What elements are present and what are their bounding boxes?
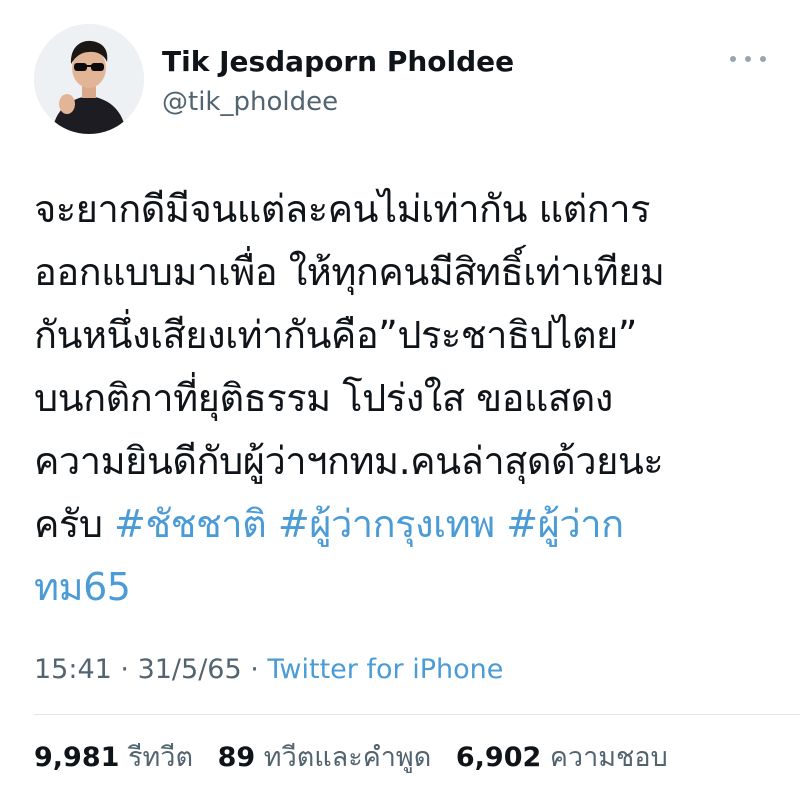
tweet-header: Tik Jesdaporn Pholdee @tik_pholdee	[34, 24, 776, 136]
tweet-text-segment: ออกแบบมาเพื่อ ให้ทุกคนมีสิทธิ์เท่าเทียม	[34, 250, 665, 294]
avatar-image	[34, 24, 144, 134]
retweets-label: รีทวีต	[128, 742, 193, 773]
hashtag-link[interactable]: #ผู้ว่าก	[506, 502, 624, 546]
quotes-stat[interactable]: 89 ทวีตและคำพูด	[218, 738, 432, 778]
likes-count: 6,902	[455, 742, 542, 773]
tweet-card: Tik Jesdaporn Pholdee @tik_pholdee จะยาก…	[0, 0, 800, 796]
divider	[34, 714, 800, 715]
tweet-text-line: ออกแบบมาเพื่อ ให้ทุกคนมีสิทธิ์เท่าเทียม	[34, 241, 784, 304]
meta-separator: ·	[241, 654, 268, 685]
tweet-text-segment	[266, 502, 278, 546]
tweet-text-line: ครับ #ชัชชาติ #ผู้ว่ากรุงเทพ #ผู้ว่าก	[34, 493, 784, 556]
user-handle[interactable]: @tik_pholdee	[162, 84, 514, 120]
tweet-date[interactable]: 31/5/65	[138, 654, 242, 685]
tweet-text-line: กันหนึ่งเสียงเท่ากันคือ”ประชาธิปไตย”	[34, 304, 784, 367]
hashtag-link[interactable]: ทม65	[34, 565, 131, 609]
more-dot	[760, 56, 766, 62]
hashtag-link[interactable]: #ผู้ว่ากรุงเทพ	[278, 502, 495, 546]
tweet-meta: 15:41 · 31/5/65 · Twitter for iPhone	[34, 652, 503, 688]
likes-stat[interactable]: 6,902 ความชอบ	[456, 738, 668, 778]
tweet-text-segment	[495, 502, 507, 546]
author-names: Tik Jesdaporn Pholdee @tik_pholdee	[162, 44, 514, 120]
tweet-text-segment: กันหนึ่งเสียงเท่ากันคือ”ประชาธิปไตย”	[34, 313, 637, 357]
tweet-stats: 9,981 รีทวีต 89 ทวีตและคำพูด 6,902 ความช…	[34, 738, 684, 778]
quotes-count: 89	[217, 742, 256, 773]
tweet-source-link[interactable]: Twitter for iPhone	[267, 654, 503, 685]
tweet-time[interactable]: 15:41	[34, 654, 112, 685]
more-horizontal-icon[interactable]	[730, 52, 766, 66]
tweet-text-line: ทม65	[34, 556, 784, 619]
tweet-text-line: จะยากดีมีจนแต่ละคนไม่เท่ากัน แต่การ	[34, 178, 784, 241]
more-dot	[745, 56, 751, 62]
display-name[interactable]: Tik Jesdaporn Pholdee	[162, 44, 514, 80]
likes-label: ความชอบ	[549, 742, 668, 773]
tweet-text-segment: บนกติกาที่ยุติธรรม โปร่งใส ขอแสดง	[34, 376, 613, 420]
tweet-text-line: บนกติกาที่ยุติธรรม โปร่งใส ขอแสดง	[34, 367, 784, 430]
retweets-stat[interactable]: 9,981 รีทวีต	[34, 738, 193, 778]
tweet-text: จะยากดีมีจนแต่ละคนไม่เท่ากัน แต่การออกแบ…	[34, 178, 784, 619]
hashtag-link[interactable]: #ชัชชาติ	[114, 502, 267, 546]
tweet-text-segment: ความยินดีกับผู้ว่าฯกทม.คนล่าสุดด้วยนะ	[34, 439, 664, 483]
meta-separator: ·	[111, 654, 138, 685]
avatar[interactable]	[34, 24, 144, 134]
retweets-count: 9,981	[34, 742, 120, 773]
quotes-label: ทวีตและคำพูด	[263, 742, 432, 773]
tweet-text-segment: จะยากดีมีจนแต่ละคนไม่เท่ากัน แต่การ	[34, 187, 651, 231]
more-dot	[730, 56, 736, 62]
tweet-text-segment: ครับ	[34, 502, 115, 546]
tweet-text-line: ความยินดีกับผู้ว่าฯกทม.คนล่าสุดด้วยนะ	[34, 430, 784, 493]
